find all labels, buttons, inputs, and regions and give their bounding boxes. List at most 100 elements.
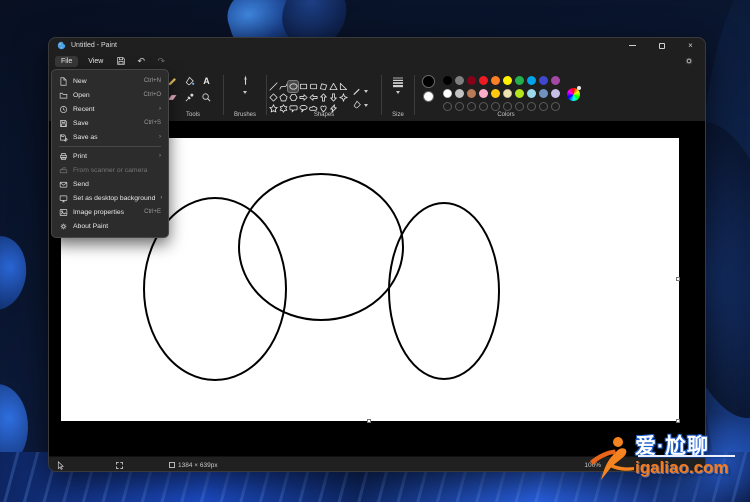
palette-custom-slot[interactable] xyxy=(551,102,560,111)
menu-item-new[interactable]: NewCtrl+N xyxy=(52,74,168,88)
menu-item-save-as[interactable]: Save as› xyxy=(52,130,168,144)
polygon-shape-button[interactable] xyxy=(318,81,328,92)
triangle-shape-button[interactable] xyxy=(328,81,338,92)
rectangle-shape-button[interactable] xyxy=(298,81,308,92)
star-4-shape-button[interactable] xyxy=(338,92,348,103)
hexagon-shape-button[interactable] xyxy=(288,92,298,103)
palette-swatch[interactable] xyxy=(491,76,500,85)
palette-swatch[interactable] xyxy=(479,76,488,85)
menu-item-shortcut: › xyxy=(159,134,161,140)
menu-item-print[interactable]: Print› xyxy=(52,149,168,163)
outline-icon xyxy=(352,86,362,96)
palette-custom-slot[interactable] xyxy=(539,102,548,111)
selection-size-icon xyxy=(116,462,123,469)
menu-item-about-paint[interactable]: About Paint xyxy=(52,219,168,233)
text-tool-button[interactable]: A xyxy=(200,74,214,88)
undo-button[interactable]: ↶ xyxy=(133,55,149,67)
palette-swatch[interactable] xyxy=(527,89,536,98)
pentagon-shape-button[interactable] xyxy=(278,92,288,103)
palette-swatch[interactable] xyxy=(491,89,500,98)
size-section-label: Size xyxy=(383,112,413,118)
palette-swatch[interactable] xyxy=(515,76,524,85)
menu-item-label: New xyxy=(73,78,139,85)
menu-item-open[interactable]: OpenCtrl+O xyxy=(52,88,168,102)
arrow-left-shape-button[interactable] xyxy=(308,92,318,103)
fill-bucket-icon xyxy=(184,76,195,87)
view-menu-button[interactable]: View xyxy=(82,56,109,67)
curve-shape-button[interactable] xyxy=(278,81,288,92)
shape-fill-button[interactable] xyxy=(352,100,368,110)
palette-custom-slot[interactable] xyxy=(527,102,536,111)
redo-button[interactable]: ↷ xyxy=(153,55,169,67)
palette-swatch[interactable] xyxy=(443,89,452,98)
canvas-resize-handle-corner[interactable] xyxy=(676,419,680,423)
palette-swatch[interactable] xyxy=(467,76,476,85)
palette-swatch[interactable] xyxy=(503,89,512,98)
color1-chip[interactable] xyxy=(422,75,435,88)
watermark-domain: igaliao.com xyxy=(635,458,729,478)
canvas-size-icon xyxy=(169,462,175,468)
oval-shape-button[interactable] xyxy=(288,81,298,92)
brushes-section[interactable]: Brushes xyxy=(225,69,265,121)
palette-custom-slot[interactable] xyxy=(467,102,476,111)
palette-custom-slot[interactable] xyxy=(503,102,512,111)
file-menu-button[interactable]: File xyxy=(55,56,78,67)
save-button[interactable] xyxy=(113,55,129,67)
saveas-icon xyxy=(59,133,68,142)
palette-custom-slot[interactable] xyxy=(479,102,488,111)
arrow-up-shape-button[interactable] xyxy=(318,92,328,103)
palette-swatch[interactable] xyxy=(455,76,464,85)
minimize-button[interactable] xyxy=(618,38,647,53)
menu-item-set-as-desktop-background[interactable]: Set as desktop background› xyxy=(52,191,168,205)
magnifier-tool-button[interactable] xyxy=(200,90,214,104)
file-menu: NewCtrl+NOpenCtrl+ORecent›SaveCtrl+SSave… xyxy=(51,69,169,238)
menu-item-from-scanner-or-camera[interactable]: From scanner or camera xyxy=(52,163,168,177)
palette-swatch[interactable] xyxy=(515,89,524,98)
size-section[interactable]: Size xyxy=(383,69,413,121)
palette-swatch[interactable] xyxy=(551,89,560,98)
settings-gear-button[interactable] xyxy=(681,55,697,67)
palette-swatch[interactable] xyxy=(551,76,560,85)
palette-swatch[interactable] xyxy=(527,76,536,85)
print-icon xyxy=(59,152,68,161)
recent-icon xyxy=(59,105,68,114)
palette-custom-slot[interactable] xyxy=(455,102,464,111)
maximize-button[interactable] xyxy=(647,38,676,53)
colors-section-label: Colors xyxy=(416,112,596,118)
arrow-down-shape-button[interactable] xyxy=(328,92,338,103)
colors-section: Colors xyxy=(416,69,596,121)
about-icon xyxy=(59,222,68,231)
palette-swatch[interactable] xyxy=(539,89,548,98)
right-triangle-shape-button[interactable] xyxy=(338,81,348,92)
palette-custom-slot[interactable] xyxy=(515,102,524,111)
canvas-workspace: NewCtrl+NOpenCtrl+ORecent›SaveCtrl+SSave… xyxy=(49,121,705,456)
diamond-shape-button[interactable] xyxy=(268,92,278,103)
menu-item-label: Send xyxy=(73,181,156,188)
menu-item-image-properties[interactable]: Image propertiesCtrl+E xyxy=(52,205,168,219)
palette-swatch[interactable] xyxy=(443,76,452,85)
shape-outline-button[interactable] xyxy=(352,86,368,96)
title-bar[interactable]: Untitled - Paint × xyxy=(49,38,705,53)
close-button[interactable]: × xyxy=(676,38,705,53)
line-shape-button[interactable] xyxy=(268,81,278,92)
palette-swatch[interactable] xyxy=(455,89,464,98)
palette-swatch[interactable] xyxy=(539,76,548,85)
color-picker-tool-button[interactable] xyxy=(183,90,197,104)
rounded-rectangle-shape-button[interactable] xyxy=(308,81,318,92)
canvas-resize-handle-bottom[interactable] xyxy=(367,419,371,423)
edit-colors-wheel-button[interactable] xyxy=(567,88,580,101)
menu-item-recent[interactable]: Recent› xyxy=(52,102,168,116)
menu-item-send[interactable]: Send xyxy=(52,177,168,191)
palette-custom-slot[interactable] xyxy=(443,102,452,111)
menu-item-save[interactable]: SaveCtrl+S xyxy=(52,116,168,130)
color2-chip[interactable] xyxy=(423,91,434,102)
palette-swatch[interactable] xyxy=(467,89,476,98)
palette-swatch[interactable] xyxy=(479,89,488,98)
menu-bar: File View ↶ ↷ xyxy=(49,53,705,69)
arrow-right-shape-button[interactable] xyxy=(298,92,308,103)
palette-swatch[interactable] xyxy=(503,76,512,85)
menu-item-shortcut: Ctrl+O xyxy=(143,92,161,98)
canvas-resize-handle-right[interactable] xyxy=(676,277,680,281)
palette-custom-slot[interactable] xyxy=(491,102,500,111)
fill-tool-button[interactable] xyxy=(183,74,197,88)
